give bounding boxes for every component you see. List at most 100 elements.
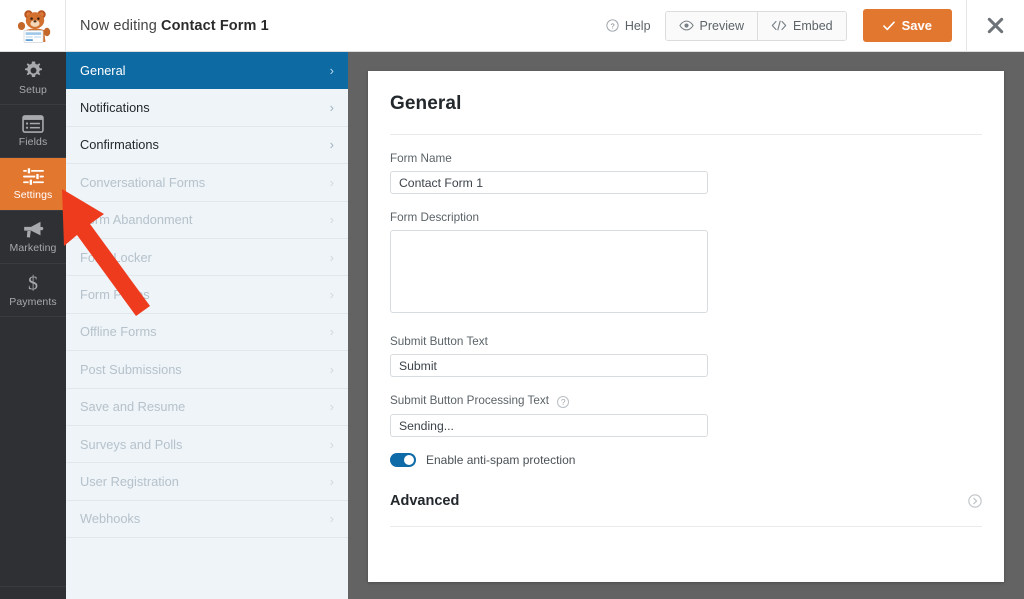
settings-menu-item-post-submissions[interactable]: Post Submissions › (66, 351, 348, 389)
preview-button[interactable]: Preview (665, 11, 758, 40)
sidebar-item-marketing[interactable]: Marketing (0, 211, 66, 264)
form-name-label: Form Name (390, 152, 452, 165)
settings-menu-item-save-and-resume[interactable]: Save and Resume › (66, 389, 348, 426)
eye-icon (678, 20, 694, 31)
submit-processing-text-label: Submit Button Processing Text ? (390, 394, 982, 408)
settings-menu-item-label: User Registration (80, 473, 179, 489)
gear-icon (24, 61, 42, 77)
form-description-label: Form Description (390, 211, 479, 224)
form-description-field-group: Form Description (390, 211, 982, 318)
now-editing-prefix: Now editing (80, 17, 157, 34)
settings-menu-item-conversational-forms[interactable]: Conversational Forms › (66, 164, 348, 202)
chevron-right-icon: › (329, 212, 334, 228)
settings-menu-item-form-locker[interactable]: Form Locker › (66, 239, 348, 277)
settings-menu-item-notifications[interactable]: Notifications › (66, 89, 348, 127)
settings-menu-item-form-abandonment[interactable]: Form Abandonment › (66, 202, 348, 239)
submit-processing-text-field-group: Submit Button Processing Text ? (390, 394, 982, 437)
antispam-toggle-label: Enable anti-spam protection (426, 453, 576, 467)
help-button[interactable]: ? Help (592, 19, 665, 33)
svg-text:$: $ (28, 273, 38, 293)
sidebar-item-payments-label: Payments (9, 296, 57, 308)
sidebar-item-fields[interactable]: Fields (0, 105, 66, 158)
sidebar-item-setup-label: Setup (19, 84, 47, 96)
question-circle-icon: ? (606, 19, 619, 32)
sidebar-item-marketing-label: Marketing (9, 242, 57, 254)
header-actions: ? Help Preview Embed Save (592, 0, 1024, 52)
close-builder-button[interactable] (966, 0, 1024, 52)
settings-menu-item-general[interactable]: General › (66, 52, 348, 90)
close-icon (987, 17, 1004, 34)
settings-menu-item-label: Form Abandonment (80, 212, 193, 228)
toggle-knob (404, 455, 414, 465)
settings-menu-item-label: Save and Resume (80, 399, 186, 415)
chevron-right-icon: › (329, 361, 334, 377)
chevron-right-icon: › (329, 473, 334, 489)
chevron-right-icon: › (329, 249, 334, 265)
settings-menu-item-label: Form Locker (80, 249, 152, 265)
svg-text:?: ? (610, 22, 614, 31)
save-button-label: Save (901, 18, 932, 33)
chevron-right-icon: › (329, 436, 334, 452)
dollar-sign-icon: $ (28, 273, 38, 293)
settings-menu-item-user-registration[interactable]: User Registration › (66, 463, 348, 501)
preview-button-label: Preview (699, 18, 745, 33)
submit-button-text-field-group: Submit Button Text (390, 335, 982, 377)
settings-menu-item-label: Offline Forms (80, 324, 157, 340)
settings-menu-item-label: Conversational Forms (80, 174, 206, 190)
settings-menu-item-confirmations[interactable]: Confirmations › (66, 127, 348, 165)
chevron-right-circle-icon[interactable] (968, 494, 982, 508)
sidebar-item-setup[interactable]: Setup (0, 52, 66, 105)
general-settings-panel: General Form Name Form Description Submi… (368, 71, 1004, 582)
submit-processing-text-input[interactable] (390, 414, 708, 437)
settings-menu-item-label: General (80, 62, 126, 78)
submit-processing-text-label-text: Submit Button Processing Text (390, 394, 549, 407)
megaphone-icon (24, 221, 44, 238)
antispam-toggle[interactable] (390, 453, 416, 467)
check-icon (882, 20, 895, 30)
rail-spacer (0, 317, 66, 587)
chevron-right-icon: › (329, 399, 334, 415)
submit-button-text-input[interactable] (390, 354, 708, 377)
sliders-icon (22, 167, 44, 186)
preview-embed-group: Preview Embed (664, 10, 847, 41)
settings-menu-item-webhooks[interactable]: Webhooks › (66, 501, 348, 539)
wpforms-form-builder: Now editing Contact Form 1 ? Help Previe… (0, 0, 1024, 599)
chevron-right-icon: › (329, 324, 334, 340)
form-list-icon (22, 114, 44, 133)
settings-menu-item-offline-forms[interactable]: Offline Forms › (66, 314, 348, 352)
code-brackets-icon (771, 20, 787, 31)
form-description-textarea[interactable] (390, 230, 708, 313)
builder-stage: General Form Name Form Description Submi… (348, 52, 1024, 599)
antispam-toggle-row: Enable anti-spam protection (390, 453, 982, 467)
advanced-section-header[interactable]: Advanced (390, 493, 982, 509)
wpforms-logo (0, 0, 66, 52)
sidebar-item-settings-label: Settings (13, 189, 53, 201)
embed-button[interactable]: Embed (757, 11, 846, 40)
page-title: General (390, 93, 462, 114)
settings-menu-item-label: Webhooks (80, 511, 141, 527)
settings-menu-item-label: Form Pages (80, 287, 150, 303)
chevron-right-icon: › (329, 137, 334, 153)
settings-menu-item-form-pages[interactable]: Form Pages › (66, 276, 348, 314)
rail-footer (0, 587, 66, 599)
sidebar-item-payments[interactable]: $ Payments (0, 264, 66, 317)
now-editing-label: Now editing Contact Form 1 (80, 18, 269, 34)
form-name-input[interactable] (390, 171, 708, 194)
chevron-right-icon: › (329, 62, 334, 78)
help-button-label: Help (624, 18, 651, 33)
submit-button-text-label: Submit Button Text (390, 335, 488, 348)
chevron-right-icon: › (329, 100, 334, 116)
advanced-section-title: Advanced (390, 493, 460, 509)
embed-button-label: Embed (793, 18, 833, 33)
builder-left-rail: Setup Fields Settings Marketing $ Paymen… (0, 52, 66, 599)
settings-menu-item-label: Notifications (80, 100, 150, 116)
title-divider (390, 134, 982, 135)
sidebar-item-fields-label: Fields (18, 135, 48, 148)
top-header-bar: Now editing Contact Form 1 ? Help Previe… (0, 0, 1024, 52)
save-button[interactable]: Save (862, 9, 952, 42)
chevron-right-icon: › (329, 287, 334, 303)
settings-menu-item-surveys-and-polls[interactable]: Surveys and Polls › (66, 426, 348, 464)
question-circle-icon[interactable]: ? (557, 396, 570, 408)
sidebar-item-settings[interactable]: Settings (0, 158, 66, 211)
current-form-title: Contact Form 1 (161, 17, 269, 34)
